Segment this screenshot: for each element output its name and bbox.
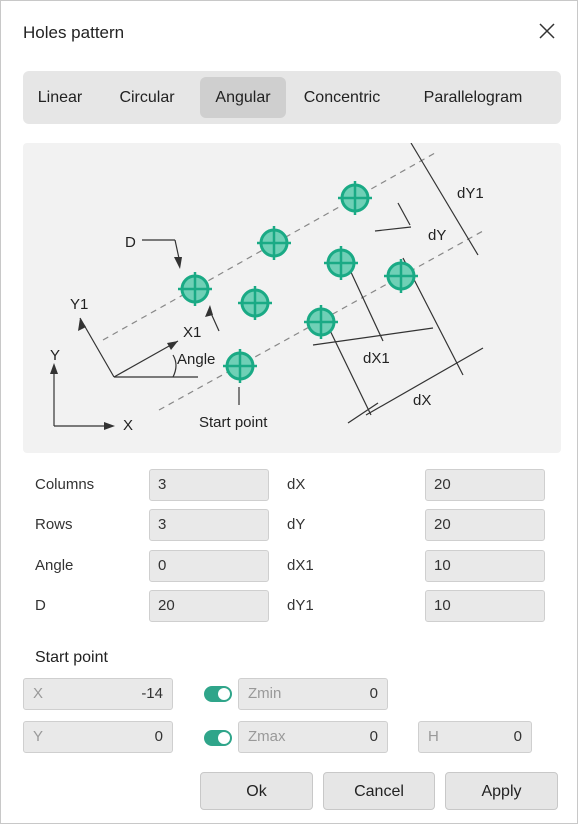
angle-field[interactable]: 0: [149, 550, 269, 582]
label-dy: dY: [428, 227, 446, 244]
dy1-field[interactable]: 10: [425, 590, 545, 622]
h-value: 0: [513, 728, 522, 745]
columns-label: Columns: [35, 476, 95, 493]
label-dx1: dX1: [363, 350, 390, 367]
zmax-field[interactable]: Zmax 0: [238, 721, 388, 753]
dimension-lines: [53, 142, 484, 427]
close-icon[interactable]: [535, 19, 559, 43]
tab-angular[interactable]: Angular: [200, 77, 286, 118]
start-point-heading: Start point: [35, 649, 108, 666]
zmin-placeholder: Zmin: [248, 685, 282, 702]
dx1-field[interactable]: 10: [425, 550, 545, 582]
angle-label: Angle: [35, 557, 74, 574]
holes-pattern-dialog: Holes pattern Linear Circular Angular Co…: [0, 0, 578, 824]
rows-label: Rows: [35, 516, 73, 533]
zmax-placeholder: Zmax: [248, 728, 286, 745]
zmax-toggle[interactable]: [204, 730, 232, 746]
hole-marker-4: [238, 286, 272, 320]
label-dy1: dY1: [457, 185, 484, 202]
dy1-label: dY1: [287, 597, 314, 614]
start-x-placeholder: X: [33, 685, 44, 702]
hole-marker-6: [384, 259, 418, 293]
tab-linear[interactable]: Linear: [29, 77, 91, 118]
start-x-field[interactable]: X -14: [23, 678, 173, 710]
hole-marker-3: [338, 181, 372, 215]
diagram-svg: D Y1 X1 Angle Y X Start point dY1 dY dX1…: [50, 142, 484, 434]
tab-circular[interactable]: Circular: [109, 77, 185, 118]
tab-concentric[interactable]: Concentric: [297, 77, 387, 118]
label-angle: Angle: [177, 351, 215, 368]
zmin-field[interactable]: Zmin 0: [238, 678, 388, 710]
ok-button[interactable]: Ok: [200, 772, 313, 810]
h-field[interactable]: H 0: [418, 721, 532, 753]
dx-field[interactable]: 20: [425, 469, 545, 501]
cancel-button[interactable]: Cancel: [323, 772, 435, 810]
zmin-value: 0: [369, 685, 378, 702]
pattern-tabs: Linear Circular Angular Concentric Paral…: [23, 71, 561, 124]
label-y: Y: [50, 347, 60, 364]
pattern-guide-lines: [102, 152, 484, 411]
start-y-placeholder: Y: [33, 728, 44, 745]
label-dx: dX: [413, 392, 431, 409]
label-x: X: [123, 417, 133, 434]
pattern-diagram: D Y1 X1 Angle Y X Start point dY1 dY dX1…: [23, 142, 561, 453]
apply-button[interactable]: Apply: [445, 772, 558, 810]
tab-parallelogram[interactable]: Parallelogram: [413, 77, 533, 118]
dx1-label: dX1: [287, 557, 314, 574]
label-start-point: Start point: [199, 414, 268, 431]
h-placeholder: H: [428, 728, 439, 745]
hole-marker-2: [257, 226, 291, 260]
dy-field[interactable]: 20: [425, 509, 545, 541]
d-label: D: [35, 597, 46, 614]
hole-marker-1: [178, 272, 212, 306]
dy-label: dY: [287, 516, 306, 533]
label-y1: Y1: [70, 296, 88, 313]
rows-field[interactable]: 3: [149, 509, 269, 541]
hole-marker-8: [304, 305, 338, 339]
hole-marker-7: [223, 349, 257, 383]
zmin-toggle[interactable]: [204, 686, 232, 702]
columns-field[interactable]: 3: [149, 469, 269, 501]
d-field[interactable]: 20: [149, 590, 269, 622]
label-d: D: [125, 234, 136, 251]
start-y-field[interactable]: Y 0: [23, 721, 173, 753]
dx-label: dX: [287, 476, 306, 493]
label-x1: X1: [183, 324, 201, 341]
start-x-value: -14: [141, 685, 163, 702]
start-y-value: 0: [154, 728, 163, 745]
zmax-value: 0: [369, 728, 378, 745]
dialog-title: Holes pattern: [23, 23, 125, 42]
